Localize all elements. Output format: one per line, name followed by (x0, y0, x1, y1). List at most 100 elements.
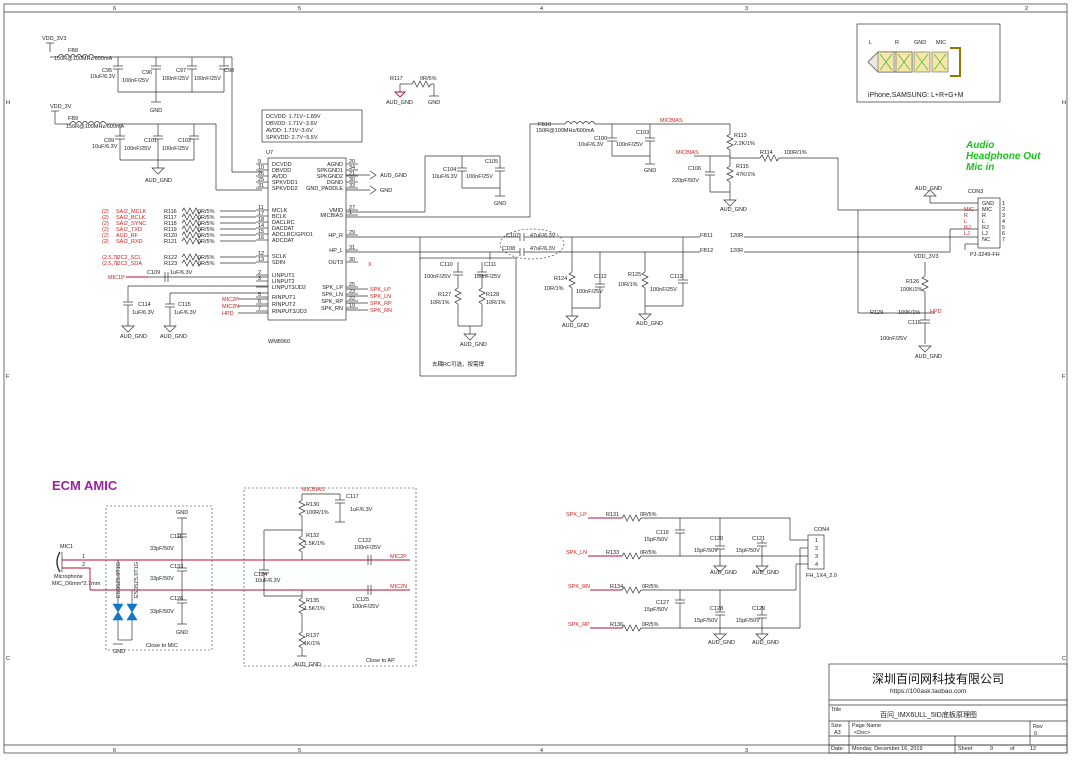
net-label: VDD_3V3 (42, 36, 66, 42)
value-label: 100nF/25V (424, 274, 451, 280)
value-label: 47K/1% (736, 172, 755, 178)
value-label: 15pF/50V (644, 537, 668, 543)
pin-number: 1 (349, 210, 352, 216)
pin-name: NC (982, 237, 990, 243)
no-connect: X (368, 262, 372, 268)
net-label: AUD_GND (160, 334, 187, 340)
pin-name: LINPUT3/JD2 (272, 285, 306, 291)
company-url: https://100ask.taobao.com (890, 688, 966, 695)
rev-label: Rev (1033, 724, 1043, 730)
pin-number: 31 (258, 183, 264, 189)
sheet-border (3, 3, 1068, 754)
pin-number: 1 (82, 554, 85, 560)
ground-symbol (565, 315, 579, 323)
net-label: AUD_GND (708, 640, 735, 646)
value-label: 10uF/6.3V (90, 74, 116, 80)
value-label: 33pF/50V (150, 546, 174, 552)
pin-number: 25 (349, 282, 355, 288)
pin-number: 16 (258, 235, 264, 241)
jack-title: Headphone Out (966, 151, 1041, 162)
connector-ref: CON4 (814, 527, 829, 533)
ref-label: C110 (440, 262, 453, 268)
ref-label: C103 (636, 130, 649, 136)
pin-number: 19 (349, 303, 355, 309)
net-label: GND (176, 510, 188, 516)
sheet-ref: (2) (102, 239, 109, 245)
ref-label: C116 (908, 320, 921, 326)
value-label: 150R@100MHz/600mA (536, 128, 594, 134)
pin-name: SPK_RN (321, 306, 343, 312)
net-label: I2C2_SDA (116, 261, 142, 267)
pin-name: SPK_LP (322, 285, 343, 291)
ref-label: R127 (438, 292, 451, 298)
net-label: AUD_GND (145, 178, 172, 184)
value-label: 15pF/50V (694, 548, 718, 554)
net-label: AUD_GND (720, 207, 747, 213)
ref-label: R133 (606, 550, 619, 556)
pin-number: 7 (258, 306, 261, 312)
plug-label: GND (914, 40, 926, 46)
net-label: MIC1P (108, 275, 125, 281)
net-label: SPK_RP (568, 622, 590, 628)
close-to-ap-box (243, 487, 417, 667)
pin-number: 23 (349, 289, 355, 295)
value-label: 10R/1% (618, 282, 638, 288)
ref-label: C118 (170, 534, 183, 540)
net-label: AUD_GND (562, 323, 589, 329)
value-label: 10R/1% (544, 286, 564, 292)
codec-ic: U7 WM8960 DCVDD9DBVDD10AVDD26SPKVDD125SP… (256, 150, 358, 345)
value-label: 10uF/6.3V (92, 144, 118, 150)
pin-number: 2 (815, 546, 818, 552)
hp-output: C107 47uF/6.3V C108 47uF/6.3V FB11 120R … (346, 228, 978, 260)
value-label: 220pF/50V (672, 178, 699, 184)
net-label: SAI2_RXD (116, 239, 143, 245)
value-label: 100K/1% (900, 287, 922, 293)
net-label: GND (380, 188, 392, 194)
ref-label: C117 (346, 494, 359, 500)
net-label: AUD_GND (294, 662, 321, 668)
ic-ref: U7 (266, 150, 273, 156)
ref-label: C111 (484, 262, 496, 268)
ref-label: C115 (178, 302, 191, 308)
section-title: ECM AMIC (52, 478, 118, 493)
ferrite-bead (564, 121, 596, 125)
pin-number: 3 (815, 554, 818, 560)
net-label: MICBIAS (676, 150, 699, 156)
part-label: MIC_D6mm*2.7mm (52, 581, 101, 587)
ref-label: R125 (628, 272, 641, 278)
power-filter-3v: VDD_3V FB9 150R@100MHz/600mA C99 10uF/6.… (50, 104, 262, 191)
pin-number: 22 (349, 296, 355, 302)
ref-label: R134 (610, 584, 623, 590)
title-label: Title (831, 707, 841, 713)
value-label: 0R/5% (640, 550, 657, 556)
voltage-table: DCVDD: 1.71V~1.89V DBVDD: 1.71V~3.6V AVD… (261, 109, 363, 143)
net-label: AUD_GND (386, 100, 413, 106)
value-label: 0R/5% (642, 622, 659, 628)
ground-symbol (723, 199, 737, 207)
net-label: MIC2P (390, 554, 407, 560)
value-label: 100nF/25V (194, 76, 221, 82)
col-mark: 6 (113, 748, 116, 754)
net-label: AUD_GND (710, 570, 737, 576)
pin-number: 33 (349, 183, 355, 189)
jack-title: Audio (965, 140, 994, 151)
value-label: 47uF/6.3V (530, 233, 556, 239)
column-marks: 6 5 4 3 2 6 5 4 3 (113, 6, 1028, 754)
net-label: GND (494, 201, 506, 207)
esd-diode (126, 603, 138, 613)
net-label: AUD_GND (915, 186, 942, 192)
net-label: AUD_GND (752, 570, 779, 576)
plug-caption: iPhone,SAMSUNG: L+R+G+M (868, 92, 964, 99)
ref-label: C105 (485, 159, 498, 165)
net-label: SPK_LN (566, 550, 587, 556)
ref-label: C129 (752, 606, 765, 612)
pin-name: ADCDAT (272, 238, 295, 244)
value-label: 100nF/25V (650, 287, 677, 293)
page-name-value: <Doc> (854, 730, 870, 736)
value-label: 15pF/50V (736, 618, 760, 624)
ref-label: MIC1 (60, 544, 73, 550)
net-label: HPD (222, 311, 234, 317)
value-label: 2.2K/1% (734, 141, 755, 147)
pin-number: 31 (349, 245, 355, 251)
value-label: 100nF/25V (880, 336, 907, 342)
